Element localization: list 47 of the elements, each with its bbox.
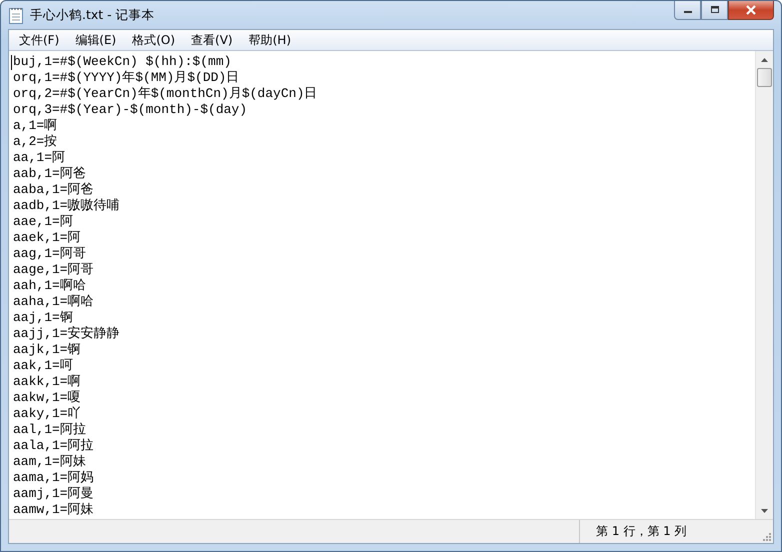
text-line: aajj,1=安安静静	[13, 326, 120, 342]
text-line: a,1=啊	[13, 118, 58, 134]
down-arrow-icon	[761, 508, 768, 512]
text-line: aah,1=啊哈	[13, 278, 86, 294]
text-line: aak,1=呵	[13, 358, 73, 374]
text-line: aama,1=阿妈	[13, 470, 94, 486]
text-line: buj,1=#$(WeekCn) $(hh):$(mm)	[13, 54, 232, 70]
text-line: aa,1=阿	[13, 150, 66, 166]
text-line: aamj,1=阿曼	[13, 486, 94, 502]
text-line: aae,1=阿	[13, 214, 73, 230]
text-line: orq,2=#$(YearCn)年$(monthCn)月$(dayCn)日	[13, 86, 318, 102]
text-line: aal,1=阿拉	[13, 422, 86, 438]
text-line: orq,3=#$(Year)-$(month)-$(day)	[13, 102, 248, 118]
text-line: aag,1=阿哥	[13, 246, 86, 262]
text-line: aakw,1=嗄	[13, 390, 81, 406]
close-button[interactable]	[728, 1, 774, 20]
text-line: aaek,1=阿	[13, 230, 81, 246]
text-line: aakk,1=啊	[13, 374, 81, 390]
text-line: aaha,1=啊哈	[13, 294, 94, 310]
cursor-position: 第 1 行，第 1 列	[595, 523, 688, 540]
menu-item[interactable]: 文件(F)	[11, 32, 68, 48]
text-line: aaky,1=吖	[13, 406, 81, 422]
text-line: aab,1=阿爸	[13, 166, 86, 182]
scroll-thumb[interactable]	[757, 68, 772, 87]
text-cursor	[11, 55, 12, 70]
maximize-button[interactable]	[701, 1, 728, 20]
text-line: aaba,1=阿爸	[13, 182, 94, 198]
menu-item[interactable]: 帮助(H)	[240, 32, 299, 48]
text-line: aala,1=阿拉	[13, 438, 94, 454]
maximize-icon	[708, 5, 720, 15]
text-line: aaj,1=锕	[13, 310, 73, 326]
minimize-button[interactable]	[674, 1, 701, 20]
text-line: aamw,1=阿妹	[13, 502, 94, 518]
menu-item[interactable]: 查看(V)	[183, 32, 241, 48]
text-line: aam,1=阿妹	[13, 454, 86, 470]
menu-item[interactable]: 编辑(E)	[67, 32, 124, 48]
window-title: 手心小鹤.txt - 记事本	[30, 6, 155, 24]
menu-item[interactable]: 格式(O)	[124, 32, 184, 48]
close-icon	[745, 5, 757, 15]
text-line: aadb,1=嗷嗷待哺	[13, 198, 120, 214]
text-line: aage,1=阿哥	[13, 262, 94, 278]
text-line: aajk,1=锕	[13, 342, 81, 358]
up-arrow-icon	[761, 58, 768, 62]
notepad-icon	[8, 6, 24, 24]
resize-grip-icon[interactable]	[761, 531, 771, 541]
text-line: a,2=按	[13, 134, 58, 150]
text-line: orq,1=#$(YYYY)年$(MM)月$(DD)日	[13, 70, 240, 86]
